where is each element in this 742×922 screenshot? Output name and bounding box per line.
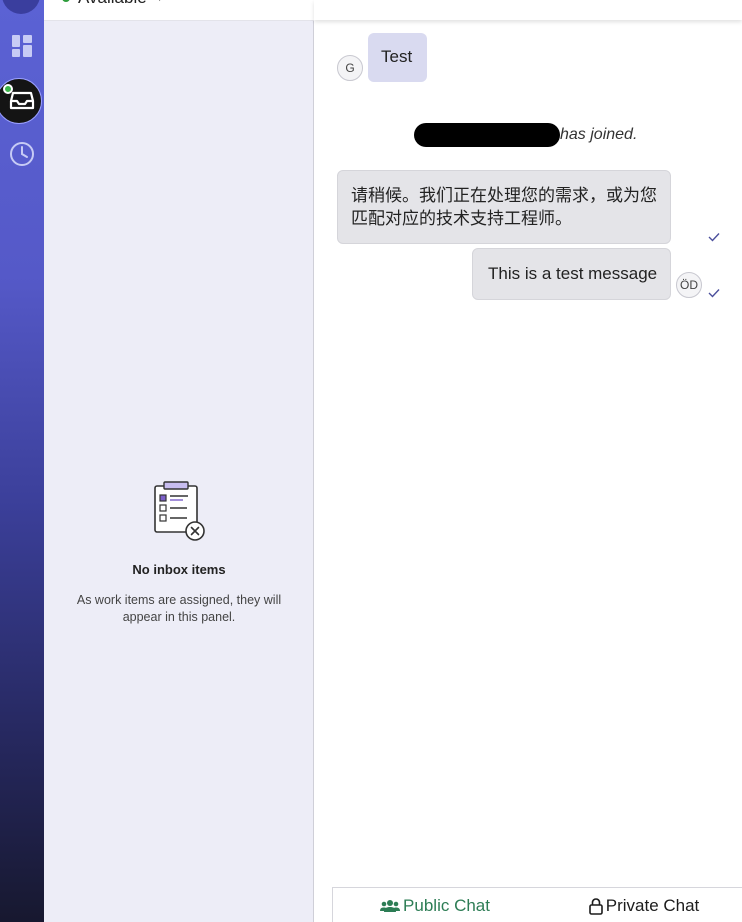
tab-public-chat-label: Public Chat bbox=[403, 896, 490, 915]
chat-tabs: Public Chat Private Chat bbox=[332, 887, 742, 922]
people-icon bbox=[380, 900, 401, 912]
check-icon bbox=[708, 289, 720, 298]
dashboard-icon bbox=[12, 35, 32, 57]
avatar: ÖD bbox=[676, 272, 702, 298]
tab-public-chat[interactable]: Public Chat bbox=[333, 888, 537, 922]
rail-history-button[interactable] bbox=[0, 132, 44, 176]
available-status-dot bbox=[62, 0, 70, 2]
presence-dot bbox=[3, 84, 13, 94]
app-window: Available ▼ No inbox items As work items… bbox=[0, 0, 742, 922]
status-selector[interactable]: Available ▼ bbox=[62, 0, 165, 8]
message-bubble-test: Test bbox=[368, 33, 427, 82]
join-text: has joined. bbox=[560, 126, 638, 143]
user-avatar-button[interactable] bbox=[2, 0, 40, 14]
check-icon bbox=[708, 233, 720, 242]
message-bubble-outgoing: This is a test message bbox=[472, 248, 671, 300]
tab-private-chat-label: Private Chat bbox=[605, 896, 700, 915]
chat-panel: G Test has joined. 请稍候。我们正在处理您的需求，或为您匹配对… bbox=[314, 0, 742, 922]
inbox-icon bbox=[9, 91, 35, 110]
chat-header bbox=[314, 0, 742, 20]
empty-title: No inbox items bbox=[132, 562, 226, 577]
rail-inbox-button[interactable] bbox=[0, 78, 44, 124]
lock-icon bbox=[588, 897, 603, 915]
avatar: G bbox=[337, 55, 363, 81]
tab-private-chat[interactable]: Private Chat bbox=[537, 888, 742, 922]
history-clock-icon bbox=[10, 142, 34, 166]
inbox-panel: Available ▼ No inbox items As work items… bbox=[44, 0, 314, 922]
nav-rail bbox=[0, 0, 44, 922]
clipboard-list-icon bbox=[154, 481, 205, 541]
chevron-down-icon: ▼ bbox=[155, 0, 165, 4]
status-bar: Available ▼ bbox=[44, 0, 314, 21]
status-label: Available bbox=[78, 0, 147, 8]
system-join-message: has joined. bbox=[414, 122, 637, 148]
rail-dashboard-button[interactable] bbox=[0, 24, 44, 68]
message-bubble-wait: 请稍候。我们正在处理您的需求，或为您匹配对应的技术支持工程师。 bbox=[337, 170, 671, 244]
redacted-name bbox=[414, 123, 560, 147]
inbox-empty-state: No inbox items As work items are assigne… bbox=[44, 480, 314, 626]
empty-description: As work items are assigned, they will ap… bbox=[76, 593, 282, 624]
